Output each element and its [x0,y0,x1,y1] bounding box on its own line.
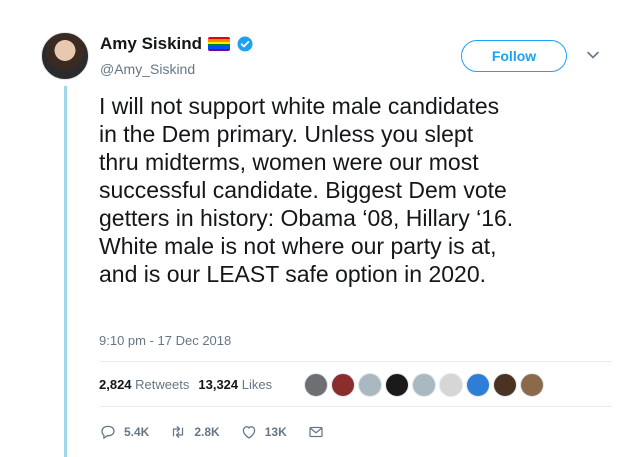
follow-button[interactable]: Follow [461,40,567,72]
chevron-down-icon[interactable] [586,50,600,60]
tweet-text-line: thru midterms, women were our most [99,149,479,175]
likes-label: Likes [241,377,273,392]
retweets-stat[interactable]: 2,824 Retweets [99,377,189,392]
liker-avatar-7[interactable] [466,373,490,397]
rainbow-flag-icon [208,37,231,51]
tweet-stats: 2,824 Retweets 13,324 Likes [99,377,272,392]
liker-avatar-6[interactable] [439,373,463,397]
tweet-text-line: successful candidate. Biggest Dem vote [99,177,507,203]
tweet-actions: 5.4K 2.8K 13K [99,423,345,441]
author-name-row: Amy Siskind [100,34,254,54]
tweet-text-line: in the Dem primary. Unless you slept [99,121,474,147]
envelope-icon [309,426,323,438]
liker-avatar-9[interactable] [520,373,544,397]
liker-avatar-3[interactable] [358,373,382,397]
reply-button[interactable]: 5.4K [99,423,149,441]
tweet-text-line: and is our LEAST safe option in 2020. [99,261,487,287]
liker-avatars [304,373,544,397]
liker-avatar-1[interactable] [304,373,328,397]
retweets-count: 2,824 [99,377,132,392]
tweet-text-line: I will not support white male candidates [99,93,500,119]
retweet-icon [173,426,184,438]
tweet-text-line: White male is not where our party is at, [99,233,497,259]
liker-avatar-4[interactable] [385,373,409,397]
retweet-count: 2.8K [194,425,220,439]
user-handle[interactable]: @Amy_Siskind [100,61,195,77]
reply-icon [101,425,115,439]
avatar[interactable] [41,32,89,80]
liker-avatar-8[interactable] [493,373,517,397]
liker-avatar-2[interactable] [331,373,355,397]
heart-icon [242,426,255,439]
retweet-button[interactable]: 2.8K [169,423,220,441]
like-count: 13K [264,425,287,439]
likes-stat[interactable]: 13,324 Likes [198,377,272,392]
direct-message-button[interactable] [307,423,325,441]
retweets-label: Retweets [135,377,190,392]
divider [99,406,612,407]
like-button[interactable]: 13K [240,423,287,441]
tweet-text-line: getters in history: Obama ‘08, Hillary ‘… [99,205,514,231]
divider [99,361,612,362]
thread-line [64,86,67,457]
tweet-text: I will not support white male candidates… [99,92,629,288]
verified-badge-icon [237,36,253,52]
display-name[interactable]: Amy Siskind [100,34,202,54]
reply-count: 5.4K [124,425,150,439]
liker-avatar-5[interactable] [412,373,436,397]
likes-count: 13,324 [198,377,239,392]
tweet-timestamp[interactable]: 9:10 pm - 17 Dec 2018 [99,333,231,348]
